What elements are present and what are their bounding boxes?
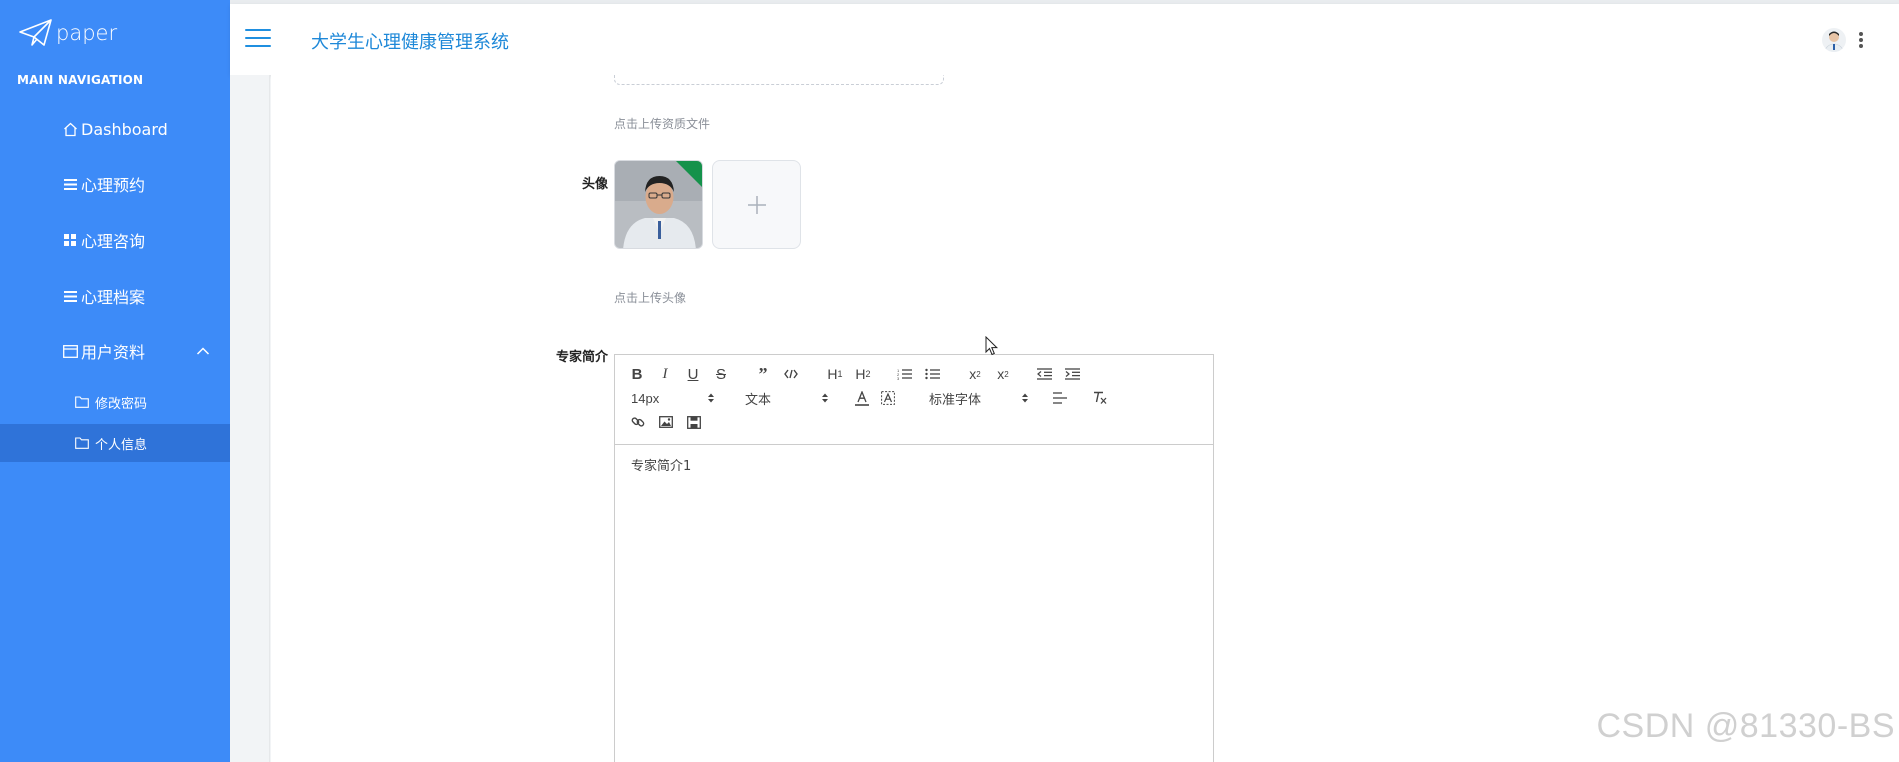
sidebar-subitem-personal-info[interactable]: 个人信息 xyxy=(0,424,230,462)
font-size-select[interactable]: 14px xyxy=(631,389,715,407)
header-1-icon[interactable]: H1 xyxy=(825,365,845,383)
watermark: CSDN @81330-BS xyxy=(1596,707,1895,745)
superscript-icon[interactable]: x2 xyxy=(993,365,1013,383)
sidebar-item-profile[interactable]: 用户资料 xyxy=(0,331,230,371)
italic-icon[interactable]: I xyxy=(657,365,673,383)
subscript-icon[interactable]: x2 xyxy=(965,365,985,383)
bold-icon[interactable]: B xyxy=(629,365,645,383)
select-arrows-icon xyxy=(1022,393,1028,403)
content-gutter xyxy=(230,75,270,762)
system-title: 大学生心理健康管理系统 xyxy=(311,32,509,53)
nav-section-title: MAIN NAVIGATION xyxy=(17,73,144,87)
select-arrows-icon xyxy=(708,393,714,403)
sidebar-item-label: Dashboard xyxy=(81,119,168,139)
sidebar-item-label: 用户资料 xyxy=(81,343,146,362)
avatar-label: 头像 xyxy=(581,177,608,192)
block-format-value: 文本 xyxy=(745,391,772,407)
editor-toolbar: B I U S ” H1 H2 123 x2 x2 14px 文本 标准字体 xyxy=(615,355,1213,445)
list-icon xyxy=(62,288,78,304)
svg-text:3: 3 xyxy=(897,376,900,380)
rich-text-editor: B I U S ” H1 H2 123 x2 x2 14px 文本 标准字体 专… xyxy=(614,354,1214,762)
ordered-list-icon[interactable]: 123 xyxy=(895,365,913,383)
font-color-icon[interactable] xyxy=(853,389,871,407)
top-header: 大学生心理健康管理系统 xyxy=(230,4,1899,75)
sidebar-item-label: 心理咨询 xyxy=(81,232,146,251)
sidebar-item-label: 心理预约 xyxy=(81,176,146,195)
font-size-value: 14px xyxy=(631,390,660,406)
folder-icon xyxy=(75,437,89,449)
avatar-image[interactable] xyxy=(614,160,703,249)
code-block-icon[interactable] xyxy=(783,365,799,383)
header-2-icon[interactable]: H2 xyxy=(853,365,873,383)
paper-plane-icon xyxy=(19,19,52,46)
sidebar-item-label: 心理档案 xyxy=(81,288,146,307)
outdent-icon[interactable] xyxy=(1035,365,1053,383)
cert-upload-area[interactable] xyxy=(614,75,944,85)
user-avatar[interactable] xyxy=(1822,28,1846,52)
list-icon xyxy=(62,176,78,192)
sidebar-subitem-change-password[interactable]: 修改密码 xyxy=(0,383,230,421)
sidebar: paper MAIN NAVIGATION Dashboard 心理预约 心理咨… xyxy=(0,0,230,762)
card-icon xyxy=(62,343,78,359)
underline-icon[interactable]: U xyxy=(685,365,701,383)
mouse-cursor-icon xyxy=(985,336,999,356)
block-format-select[interactable]: 文本 xyxy=(745,389,829,407)
blockquote-icon[interactable]: ” xyxy=(755,364,771,384)
align-left-icon[interactable] xyxy=(1051,389,1069,407)
cert-upload-hint: 点击上传资质文件 xyxy=(614,117,711,131)
menu-toggle-icon[interactable] xyxy=(245,29,271,49)
font-family-select[interactable]: 标准字体 xyxy=(929,389,1029,407)
background-color-icon[interactable] xyxy=(879,389,897,407)
sidebar-item-dashboard[interactable]: Dashboard xyxy=(0,109,230,149)
sidebar-subitem-label: 修改密码 xyxy=(95,396,148,412)
plus-icon xyxy=(747,195,766,214)
more-vertical-icon[interactable] xyxy=(1858,32,1864,50)
font-family-value: 标准字体 xyxy=(929,391,982,407)
success-corner-badge xyxy=(675,161,702,188)
avatar-upload-hint: 点击上传头像 xyxy=(614,291,687,305)
sidebar-subitem-label: 个人信息 xyxy=(95,437,148,453)
editor-content[interactable]: 专家简介1 xyxy=(631,455,691,474)
sidebar-item-archive[interactable]: 心理档案 xyxy=(0,276,230,316)
link-icon[interactable] xyxy=(629,413,647,431)
sidebar-item-consult[interactable]: 心理咨询 xyxy=(0,220,230,260)
folder-icon xyxy=(75,396,89,408)
intro-label: 专家简介 xyxy=(555,350,608,365)
sidebar-item-appointment[interactable]: 心理预约 xyxy=(0,164,230,204)
video-icon[interactable] xyxy=(685,413,703,431)
brand-logo[interactable]: paper xyxy=(18,18,117,48)
bullet-list-icon[interactable] xyxy=(923,365,941,383)
home-icon xyxy=(62,121,78,137)
main-content: 点击上传资质文件 头像 点击上传头像 专家简介 B I U S ” H 1 H … xyxy=(271,75,1899,762)
avatar-upload-button[interactable] xyxy=(712,160,801,249)
select-arrows-icon xyxy=(822,393,828,403)
grid-icon xyxy=(62,232,78,248)
image-icon[interactable] xyxy=(657,413,675,431)
strikethrough-icon[interactable]: S xyxy=(713,365,729,383)
brand-name: paper xyxy=(56,21,118,45)
clear-format-icon[interactable] xyxy=(1091,389,1109,407)
indent-icon[interactable] xyxy=(1063,365,1081,383)
chevron-up-icon xyxy=(196,347,210,355)
